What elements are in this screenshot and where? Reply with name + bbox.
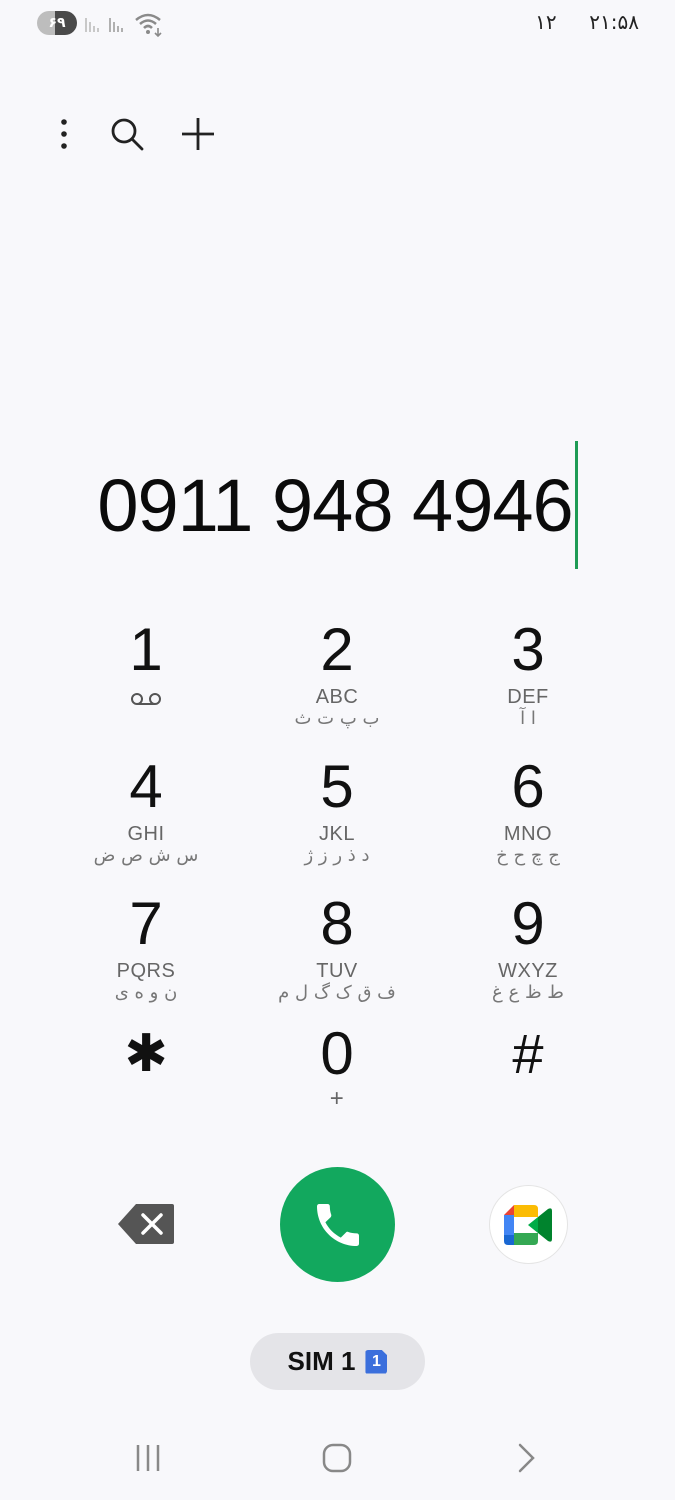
key-6[interactable]: 6 MNO ج چ ح خ [433,757,623,883]
key-farsi-letters: ط ظ ع غ [492,982,564,1003]
key-8[interactable]: 8 TUV ف ق ک گ ل م [242,894,432,1020]
phone-icon [316,1203,359,1246]
sim-label: SIM 1 [287,1346,356,1376]
key-digit: 5 [320,753,354,820]
key-farsi-letters: ب پ ت ث [294,708,380,729]
back-button[interactable] [496,1430,556,1486]
key-farsi-letters: س ش ص ض [93,845,199,866]
key-letters: MNO [503,823,553,845]
home-button[interactable] [307,1430,367,1486]
key-farsi-letters: ن و ه ی [114,982,178,1003]
key-letters: WXYZ [498,960,558,982]
recent-apps-button[interactable] [118,1430,178,1486]
key-digit: 9 [511,890,545,957]
time-text: ۲۱:۵۸ [589,10,639,34]
voicemail-icon [131,693,161,705]
key-farsi-letters: ا آ [520,708,536,729]
sim-selector[interactable]: SIM 1 1 [250,1333,425,1390]
key-7[interactable]: 7 PQRS ن و ه ی [51,894,241,1020]
key-digit: 2 [320,616,354,683]
key-0[interactable]: 0 + [242,1024,432,1150]
more-options-icon[interactable] [38,108,90,160]
key-digit: 6 [511,753,545,820]
signal-icon-2 [109,18,123,32]
add-icon[interactable] [172,108,224,160]
key-hash[interactable]: # [433,1024,623,1150]
key-4[interactable]: 4 GHI س ش ص ض [51,757,241,883]
key-9[interactable]: 9 WXYZ ط ظ ع غ [433,894,623,1020]
battery-level: ۶۹ [48,15,66,31]
key-digit: # [512,1022,544,1085]
key-star[interactable]: ✱ [51,1024,241,1150]
search-icon[interactable] [101,108,153,160]
key-digit: 0 [320,1020,354,1087]
key-3[interactable]: 3 DEF ا آ [433,620,623,746]
recent-apps-icon [136,1445,160,1471]
text-cursor [574,441,578,569]
key-digit: 7 [129,890,163,957]
key-digit: ✱ [124,1024,168,1084]
key-letters: PQRS [116,960,176,982]
key-farsi-letters: د ذ ر ز ژ [304,845,370,866]
number-display[interactable]: 0911 948 4946 [0,440,675,570]
key-digit: 4 [129,753,163,820]
battery-indicator: ۶۹ [37,11,77,35]
status-bar: ۶۹ ۲۱:۵۸ ۱۲ [0,0,675,50]
video-call-button[interactable] [490,1186,567,1263]
signal-icon [85,18,99,32]
key-digit: 8 [320,890,354,957]
wifi-icon [135,13,162,38]
key-farsi-letters: ف ق ک گ ل م [278,982,396,1003]
key-letters: TUV [316,960,358,982]
chevron-right-icon [518,1443,535,1473]
key-letters: + [329,1085,345,1112]
date-text: ۱۲ [535,10,557,34]
key-digit: 1 [129,616,163,683]
status-clock: ۲۱:۵۸ ۱۲ [535,10,639,34]
backspace-button[interactable] [106,1198,186,1250]
key-5[interactable]: 5 JKL د ذ ر ز ژ [242,757,432,883]
key-letters: DEF [507,686,549,708]
key-1[interactable]: 1 [51,620,241,746]
key-digit: 3 [511,616,545,683]
sim-card-icon: 1 [365,1349,388,1374]
key-2[interactable]: 2 ABC ب پ ت ث [242,620,432,746]
key-letters: ABC [315,686,359,708]
dialed-number: 0911 948 4946 [97,463,573,547]
google-meet-icon [503,1204,552,1245]
call-button[interactable] [280,1167,395,1282]
home-icon [322,1443,352,1473]
key-farsi-letters: ج چ ح خ [496,845,560,866]
key-letters: GHI [127,823,165,845]
backspace-icon [118,1204,174,1244]
sim-badge-number: 1 [372,1352,381,1370]
key-letters: JKL [319,823,355,845]
